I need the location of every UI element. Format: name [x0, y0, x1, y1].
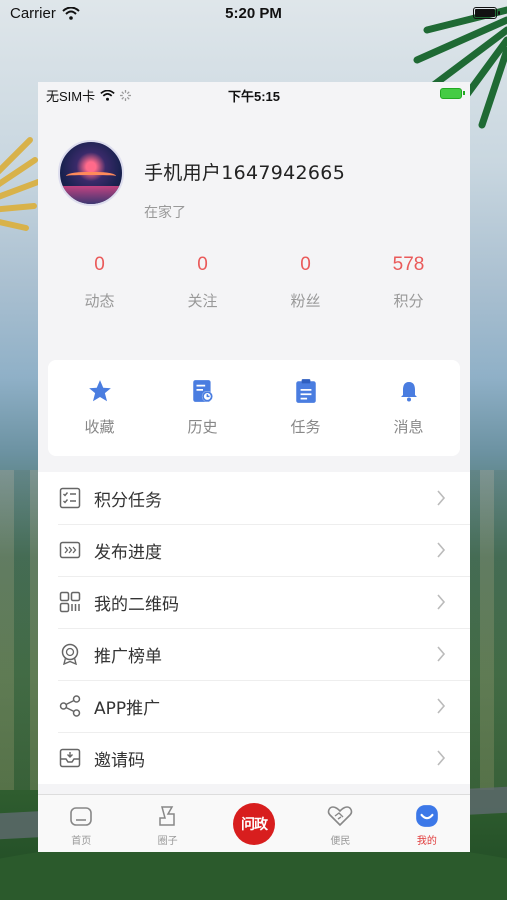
tab-label: 首页 [71, 836, 92, 847]
inbox-icon [58, 746, 82, 770]
tab-label: 圈子 [157, 836, 178, 847]
tab-me[interactable]: 我的 [384, 795, 470, 852]
simulator-status-bar: Carrier 5:20 PM [0, 0, 507, 28]
battery-charging-icon [440, 88, 465, 99]
chevron-right-icon [432, 749, 450, 767]
center-logo: 问政 [233, 803, 276, 845]
menu-item-invite-code[interactable]: 邀请码 [38, 732, 470, 784]
menu-item-label: 邀请码 [94, 750, 145, 771]
stat-points[interactable]: 578 积分 [357, 254, 460, 311]
chevron-right-icon [432, 645, 450, 663]
tab-center-logo[interactable]: 问政 [211, 795, 297, 852]
clipboard-icon [293, 378, 319, 404]
chevron-right-icon [432, 697, 450, 715]
quick-actions-card: 收藏 历史 任务 消息 [48, 360, 460, 456]
stat-followers[interactable]: 0 粉丝 [254, 254, 357, 311]
user-signature: 在家了 [144, 205, 186, 221]
stat-value: 0 [300, 254, 311, 275]
avatar[interactable] [58, 140, 124, 206]
history-icon [190, 378, 216, 404]
stat-value: 578 [392, 254, 425, 275]
circle-icon [155, 803, 181, 829]
stats-row: 0 动态 0 关注 0 粉丝 578 积分 [48, 254, 460, 311]
stat-posts[interactable]: 0 动态 [48, 254, 151, 311]
tab-label: 我的 [416, 836, 437, 847]
bottom-tab-bar: 首页 圈子 问政 便民 我的 [38, 794, 470, 852]
settings-menu-list: 积分任务 发布进度 我的二维码 推广榜单 APP推广 邀请码 [38, 472, 470, 784]
menu-item-my-qrcode[interactable]: 我的二维码 [38, 576, 470, 628]
quick-action-label: 历史 [187, 418, 218, 436]
quick-action-label: 任务 [290, 418, 321, 436]
tab-circle[interactable]: 圈子 [124, 795, 210, 852]
bell-icon [396, 378, 422, 404]
me-icon [414, 803, 440, 829]
tab-home[interactable]: 首页 [38, 795, 124, 852]
user-name: 手机用户1647942665 [144, 162, 346, 184]
badge-icon [58, 642, 82, 666]
menu-item-publish-progress[interactable]: 发布进度 [38, 524, 470, 576]
menu-item-label: 发布进度 [94, 542, 162, 563]
qrcode-icon [58, 590, 82, 614]
quick-action-label: 收藏 [84, 418, 115, 436]
stat-label: 粉丝 [290, 292, 321, 310]
stat-label: 关注 [187, 292, 218, 310]
home-icon [68, 803, 94, 829]
menu-item-label: 推广榜单 [94, 646, 162, 667]
chevron-right-icon [432, 541, 450, 559]
share-icon [58, 694, 82, 718]
menu-item-label: 积分任务 [94, 490, 162, 511]
stat-value: 0 [197, 254, 208, 275]
stat-label: 动态 [84, 292, 115, 310]
chevron-right-icon [432, 489, 450, 507]
phone-time: 下午5:15 [227, 89, 281, 104]
quick-favorites-button[interactable]: 收藏 [48, 360, 151, 456]
menu-item-promotion-ranking[interactable]: 推广榜单 [38, 628, 470, 680]
profile-header[interactable]: 手机用户1647942665 在家了 [58, 136, 450, 221]
menu-item-label: APP推广 [94, 698, 161, 719]
simulator-time: 5:20 PM [225, 5, 282, 22]
stat-value: 0 [94, 254, 105, 275]
checklist-icon [58, 486, 82, 510]
phone-status-bar: 无SIM卡 下午5:15 [38, 82, 470, 106]
handshake-icon [327, 803, 353, 829]
tab-convenience[interactable]: 便民 [297, 795, 383, 852]
quick-history-button[interactable]: 历史 [151, 360, 254, 456]
tab-label: 便民 [330, 836, 351, 847]
chevron-right-icon [432, 593, 450, 611]
stat-label: 积分 [393, 292, 424, 310]
menu-item-label: 我的二维码 [94, 594, 179, 615]
quick-action-label: 消息 [393, 418, 424, 436]
menu-item-app-promotion[interactable]: APP推广 [38, 680, 470, 732]
battery-icon [473, 7, 500, 19]
quick-messages-button[interactable]: 消息 [357, 360, 460, 456]
progress-icon [58, 538, 82, 562]
menu-item-points-tasks[interactable]: 积分任务 [38, 472, 470, 524]
app-screen: 无SIM卡 下午5:15 手机用户1647942665 在家了 0 动态 0 关… [38, 82, 470, 852]
stat-following[interactable]: 0 关注 [151, 254, 254, 311]
star-icon [87, 378, 113, 404]
quick-tasks-button[interactable]: 任务 [254, 360, 357, 456]
